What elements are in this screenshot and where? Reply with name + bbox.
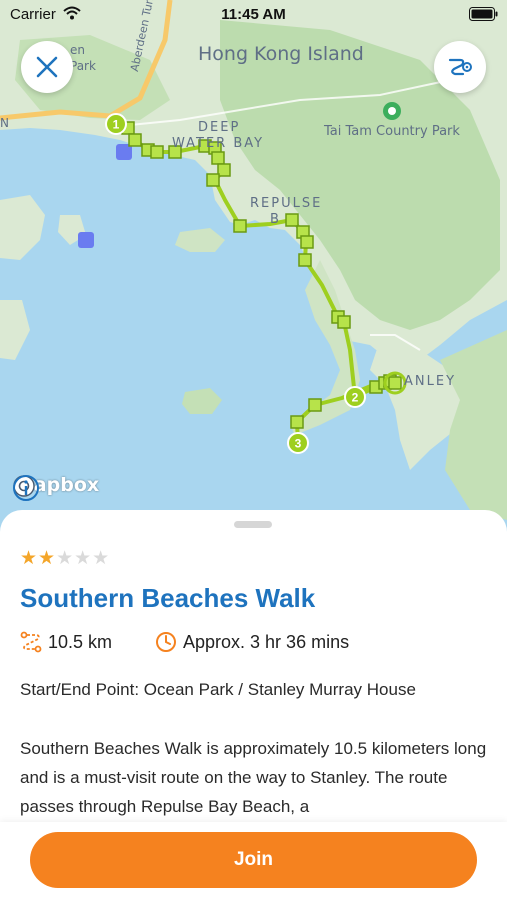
- map-label-top-left-1: en: [70, 43, 85, 57]
- route-waypoint[interactable]: [337, 315, 351, 329]
- status-bar: Carrier 11:45 AM: [0, 6, 507, 26]
- footer-bar: Join: [0, 822, 507, 900]
- close-icon: [36, 56, 58, 78]
- info-icon[interactable]: [12, 474, 40, 502]
- map-label-tai-tam: Tai Tam Country Park: [324, 124, 460, 139]
- route-waypoint[interactable]: [285, 213, 299, 227]
- route-description: Southern Beaches Walk is approximately 1…: [20, 739, 487, 816]
- sheet-drag-handle[interactable]: [234, 521, 272, 528]
- map-label-deep: DEEP: [198, 120, 241, 135]
- start-end-point: Start/End Point: Ocean Park / Stanley Mu…: [20, 680, 416, 699]
- route-duration: Approx. 3 hr 36 mins: [155, 630, 349, 654]
- status-time: 11:45 AM: [221, 6, 286, 23]
- route-waypoint[interactable]: [150, 145, 164, 159]
- route-waypoint[interactable]: [388, 376, 402, 390]
- map-attribution: mapbox: [12, 474, 99, 501]
- route-distance-icon: [20, 631, 42, 653]
- map-label-hong-kong-island: Hong Kong Island: [198, 43, 364, 65]
- route-marker-label: 2: [352, 391, 359, 405]
- route-waypoint[interactable]: [128, 133, 142, 147]
- rating-stars-filled: ★★: [20, 547, 57, 569]
- clock-icon: [156, 632, 176, 652]
- route-rating: ★★★★★: [20, 547, 110, 569]
- battery-icon: [469, 7, 498, 21]
- route-waypoint[interactable]: [290, 415, 304, 429]
- route-marker-label: 1: [113, 118, 120, 132]
- route-marker-label: 3: [295, 437, 302, 451]
- map-label-edge: N: [0, 116, 9, 130]
- route-marker-3[interactable]: 3: [287, 432, 309, 454]
- route-waypoint[interactable]: [300, 235, 314, 249]
- route-title: Southern Beaches Walk: [20, 583, 316, 613]
- join-button[interactable]: Join: [30, 832, 477, 888]
- route-waypoint[interactable]: [211, 151, 225, 165]
- route-settings-button[interactable]: [434, 41, 486, 93]
- route-marker-2[interactable]: 2: [344, 386, 366, 408]
- route-marker-1[interactable]: 1: [105, 113, 127, 135]
- map-label-top-left-2: Park: [70, 59, 96, 73]
- route-waypoint[interactable]: [217, 163, 231, 177]
- route-waypoint[interactable]: [298, 253, 312, 267]
- route-waypoint[interactable]: [233, 219, 247, 233]
- route-settings-icon: [448, 58, 472, 76]
- route-distance-text: 10.5 km: [48, 631, 113, 652]
- route-waypoint[interactable]: [308, 398, 322, 412]
- route-distance: 10.5 km: [20, 630, 112, 654]
- route-duration-text: Approx. 3 hr 36 mins: [183, 631, 350, 652]
- close-button[interactable]: [21, 41, 73, 93]
- map-label-stanley: ANLEY: [404, 374, 457, 389]
- map-label-water-bay: WATER BAY: [172, 136, 265, 151]
- map-label-repulse: REPULSE: [250, 196, 323, 211]
- map-label-bay-fragment: B: [270, 212, 279, 227]
- route-map[interactable]: 1 2 3 Hong Kong Island Tai Tam Country Par…: [0, 0, 507, 560]
- route-waypoint[interactable]: [206, 173, 220, 187]
- rating-stars-empty: ★★★: [56, 547, 111, 569]
